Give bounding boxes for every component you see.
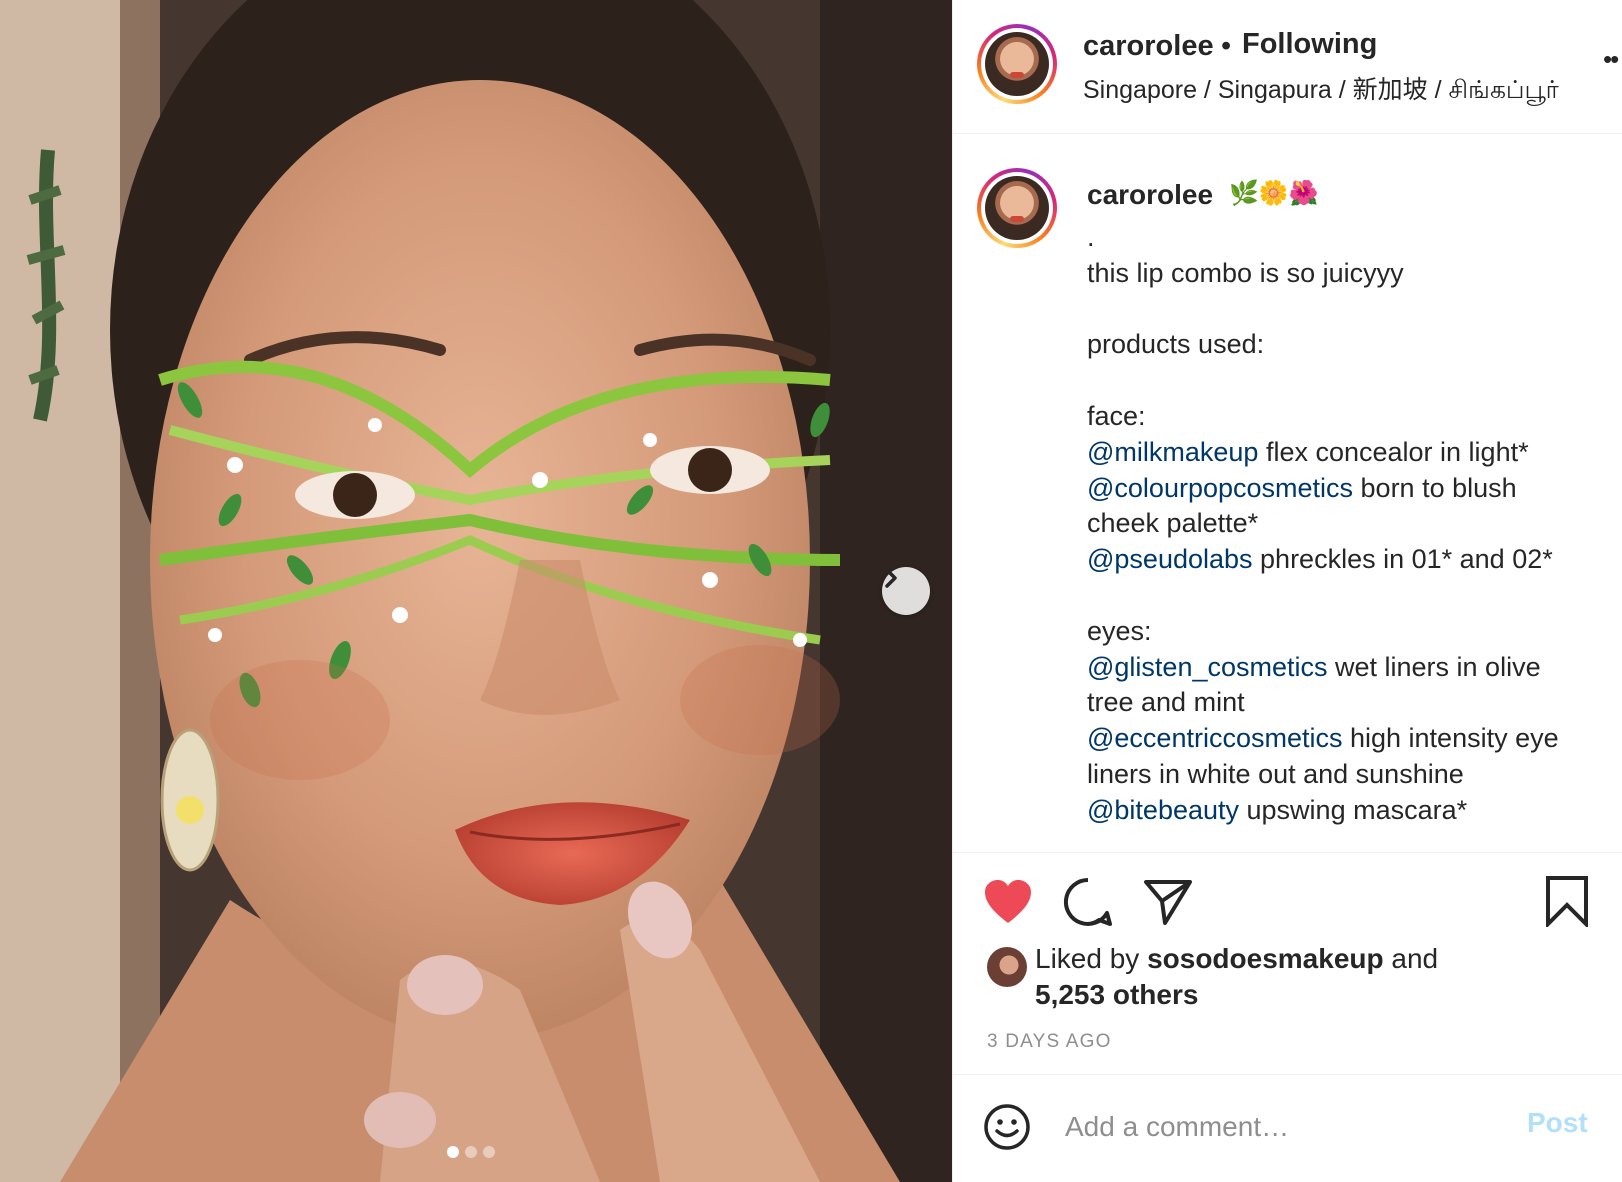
product-line: @bitebeauty upswing mascara* [1087, 794, 1468, 825]
product-line: @eccentriccosmetics high intensity eye l… [1087, 723, 1567, 789]
caption-username[interactable]: carorolee [1087, 179, 1213, 211]
next-slide-button[interactable] [882, 567, 930, 615]
author-avatar[interactable] [977, 24, 1057, 104]
save-bookmark-icon[interactable] [1545, 875, 1589, 927]
share-icon[interactable] [1143, 877, 1193, 927]
more-options-icon[interactable]: •• [1603, 44, 1619, 75]
comment-icon[interactable] [1063, 877, 1113, 927]
product-line: @glisten_cosmetics wet liners in olive t… [1087, 651, 1549, 718]
post-header: carorolee • Following Singapore / Singap… [953, 0, 1622, 134]
caption-line: face: [1087, 400, 1146, 431]
author-avatar-image [985, 32, 1049, 96]
mention-link[interactable]: @milkmakeup [1087, 437, 1258, 467]
product-line: @milkmakeup flex concealor in light* [1087, 436, 1529, 467]
liker-username[interactable]: sosodoesmakeup [1147, 943, 1384, 974]
caption-line: this lip combo is so juicyyy [1087, 257, 1404, 288]
mention-link[interactable]: @bitebeauty [1087, 795, 1239, 825]
mention-link[interactable]: @glisten_cosmetics [1087, 652, 1328, 682]
caption-line [1087, 578, 1587, 614]
likes-count[interactable]: 5,253 others [1035, 979, 1198, 1011]
carousel-dot [483, 1146, 495, 1158]
post-photo[interactable] [0, 0, 952, 1182]
post-timestamp[interactable]: 3 DAYS AGO [987, 1031, 1112, 1053]
post-actions: Liked by sosodoesmakeup and 5,253 others… [953, 852, 1622, 1074]
comment-bar: Post [953, 1074, 1622, 1182]
carousel-indicator [447, 1146, 495, 1158]
post-photo-illustration [0, 0, 952, 1182]
caption-author-avatar[interactable] [977, 168, 1057, 248]
carousel-dot [465, 1146, 477, 1158]
following-button[interactable]: Following [1242, 28, 1377, 61]
carousel-dot-active [447, 1146, 459, 1158]
product-line: @colourpopcosmetics born to blush cheek … [1087, 472, 1525, 539]
caption-line [1087, 363, 1587, 399]
separator-dot: • [1221, 30, 1232, 62]
post-location[interactable]: Singapore / Singapura / 新加坡 / சிங்கப்பூர… [1083, 70, 1559, 108]
mention-link[interactable]: @pseudolabs [1087, 544, 1253, 574]
mention-link[interactable]: @eccentriccosmetics [1087, 723, 1342, 753]
caption-line: . [1087, 222, 1095, 252]
caption-line [1087, 292, 1587, 328]
caption-author-avatar-image [985, 176, 1049, 240]
post-details-panel: carorolee • Following Singapore / Singap… [952, 0, 1622, 1182]
liked-by-text: Liked by sosodoesmakeup and [1035, 943, 1439, 974]
caption-text: . this lip combo is so juicyyy products u… [1087, 220, 1587, 829]
caption-area: carorolee 🌿🌼🌺 . this lip combo is so juic… [953, 134, 1622, 852]
caption-emojis: 🌿🌼🌺 [1229, 180, 1319, 207]
post-comment-button[interactable]: Post [1527, 1107, 1588, 1139]
caption-line: products used: [1087, 329, 1265, 360]
like-heart-icon[interactable] [983, 879, 1033, 925]
emoji-icon[interactable] [983, 1103, 1031, 1151]
liker-avatar[interactable] [987, 947, 1027, 987]
caption-line: eyes: [1087, 615, 1152, 646]
comment-input[interactable] [1065, 1105, 1495, 1149]
product-line: @pseudolabs phreckles in 01* and 02* [1087, 544, 1553, 575]
chevron-right-icon [885, 568, 897, 588]
author-username[interactable]: carorolee [1083, 30, 1214, 63]
mention-link[interactable]: @colourpopcosmetics [1087, 473, 1353, 503]
